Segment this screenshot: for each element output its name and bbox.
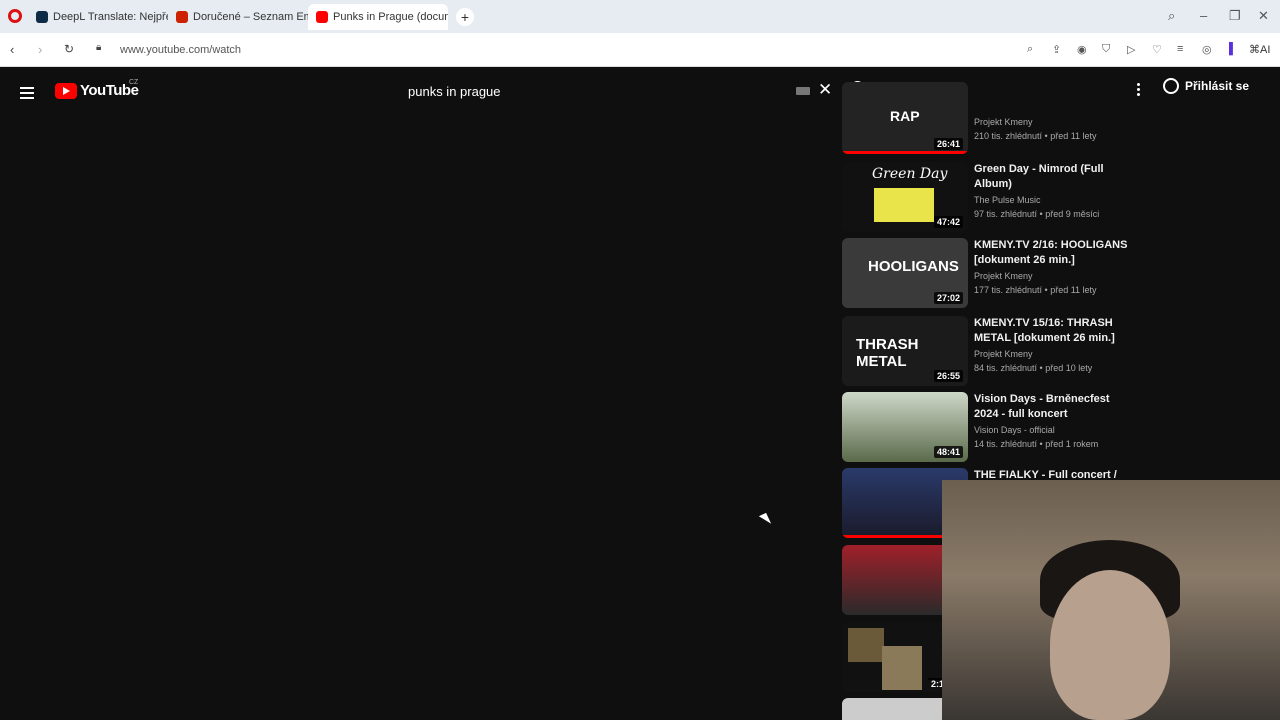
play-icon[interactable]: ▷ xyxy=(1127,43,1135,56)
webcam-face xyxy=(1050,570,1170,720)
new-tab-button[interactable]: + xyxy=(456,7,474,26)
watch-progress-bar xyxy=(842,151,968,154)
thumb-text: RAP xyxy=(890,108,920,124)
thumb-text: Green Day xyxy=(872,166,948,182)
duration-badge: 26:55 xyxy=(933,370,963,382)
video-title[interactable]: KMENY.TV 2/16: HOOLIGANS [dokument 26 mi… xyxy=(974,238,1134,268)
youtube-play-icon xyxy=(55,82,77,99)
video-thumbnail[interactable]: Green Day 47:42 xyxy=(842,162,968,232)
watch-progress-bar xyxy=(842,535,942,538)
tab-youtube[interactable]: Punks in Prague (docume xyxy=(308,3,448,30)
restore-icon[interactable]: ❐ xyxy=(1229,8,1241,24)
seznam-favicon-icon xyxy=(176,10,188,23)
tab-seznam-email[interactable]: Doručené – Seznam Email xyxy=(168,4,308,30)
channel-name[interactable]: Vision Days - official xyxy=(974,425,1134,435)
youtube-page: YouTube CZ punks in prague ✕ Přihlásit s… xyxy=(0,67,1280,720)
tab-label: Punks in Prague (docume xyxy=(333,10,448,23)
album-art xyxy=(874,188,934,222)
search-query: punks in prague xyxy=(408,83,501,99)
album-art xyxy=(848,628,884,662)
clear-search-icon[interactable]: ✕ xyxy=(818,80,832,100)
sign-in-button[interactable]: Přihlásit se xyxy=(1163,78,1249,94)
menu-list-icon[interactable]: ≡ xyxy=(1177,43,1183,55)
duration-badge: 48:41 xyxy=(933,446,963,458)
deepl-favicon-icon xyxy=(36,10,48,23)
hamburger-menu-icon[interactable] xyxy=(20,84,34,102)
webcam-overlay xyxy=(942,480,1280,720)
back-icon[interactable]: ‹ xyxy=(10,42,14,57)
ai-label: AI xyxy=(1260,44,1271,56)
opera-logo-icon[interactable] xyxy=(8,9,22,23)
video-title[interactable]: KMENY.TV 15/16: THRASH METAL [dokument 2… xyxy=(974,316,1134,346)
heart-icon[interactable]: ♡ xyxy=(1152,43,1162,56)
lock-icon: 🔒︎ xyxy=(96,42,102,53)
mouse-cursor-icon xyxy=(758,512,772,528)
thumb-text: HOOLIGANS xyxy=(868,258,959,275)
duration-badge: 47:42 xyxy=(933,216,963,228)
video-thumbnail[interactable]: RAP 26:41 xyxy=(842,82,968,154)
sidebar-divider-icon: ▌ xyxy=(1229,43,1237,55)
forward-icon[interactable]: › xyxy=(38,42,42,57)
video-stats: 177 tis. zhlédnutí • před 11 lety xyxy=(974,285,1097,295)
profile-icon[interactable]: ◎ xyxy=(1202,43,1212,56)
sign-in-label: Přihlásit se xyxy=(1185,79,1250,93)
album-art xyxy=(882,646,922,690)
duration-badge: 27:02 xyxy=(933,292,963,304)
channel-name[interactable]: Projekt Kmeny xyxy=(974,349,1134,359)
video-stats: 14 tis. zhlédnutí • před 1 rokem xyxy=(974,439,1099,449)
shield-icon[interactable]: ⛉ xyxy=(1102,43,1110,56)
close-window-icon[interactable]: ✕ xyxy=(1258,8,1269,24)
youtube-favicon-icon xyxy=(316,10,328,23)
keyboard-icon[interactable] xyxy=(796,87,810,95)
tab-label: DeepL Translate: Nejpřesn xyxy=(53,10,168,23)
region-code: CZ xyxy=(129,79,139,86)
channel-name[interactable]: The Pulse Music xyxy=(974,195,1134,205)
account-icon xyxy=(1163,78,1179,94)
channel-name[interactable]: Projekt Kmeny xyxy=(974,117,1134,127)
minimize-icon[interactable]: – xyxy=(1200,8,1207,23)
tab-label: Doručené – Seznam Email xyxy=(193,10,308,23)
settings-kebab-icon[interactable] xyxy=(1137,83,1141,98)
video-title[interactable]: Vision Days - Brněnecfest 2024 - full ko… xyxy=(974,392,1134,422)
share-icon[interactable]: ⇪ xyxy=(1052,43,1061,56)
duration-badge: 26:41 xyxy=(933,138,963,150)
channel-name[interactable]: Projekt Kmeny xyxy=(974,271,1134,281)
tab-deepl[interactable]: DeepL Translate: Nejpřesn xyxy=(28,4,168,30)
video-stats: 210 tis. zhlédnutí • před 11 lety xyxy=(974,131,1097,141)
video-thumbnail[interactable]: HOOLIGANS 27:02 xyxy=(842,238,968,308)
find-icon[interactable]: ⌕ xyxy=(1027,43,1033,56)
reload-icon[interactable]: ↻ xyxy=(64,42,74,56)
video-thumbnail[interactable]: 48:41 xyxy=(842,392,968,462)
video-title[interactable]: Green Day - Nimrod (Full Album) xyxy=(974,162,1134,192)
youtube-logo[interactable]: YouTube xyxy=(55,82,139,99)
video-stats: 84 tis. zhlédnutí • před 10 lety xyxy=(974,363,1093,373)
browser-tab-bar: DeepL Translate: Nejpřesn Doručené – Sez… xyxy=(0,0,1280,33)
camera-icon[interactable]: ◉ xyxy=(1077,43,1087,56)
search-input[interactable]: punks in prague xyxy=(396,76,840,106)
url-field[interactable]: www.youtube.com/watch xyxy=(120,44,241,56)
video-thumbnail[interactable]: THRASH METAL 26:55 xyxy=(842,316,968,386)
thumb-text: THRASH METAL xyxy=(856,336,919,370)
search-tabs-icon[interactable]: ⌕ xyxy=(1168,8,1175,24)
video-stats: 97 tis. zhlédnutí • před 9 měsíci xyxy=(974,209,1100,219)
ai-button[interactable]: ⌘AI xyxy=(1249,43,1270,56)
